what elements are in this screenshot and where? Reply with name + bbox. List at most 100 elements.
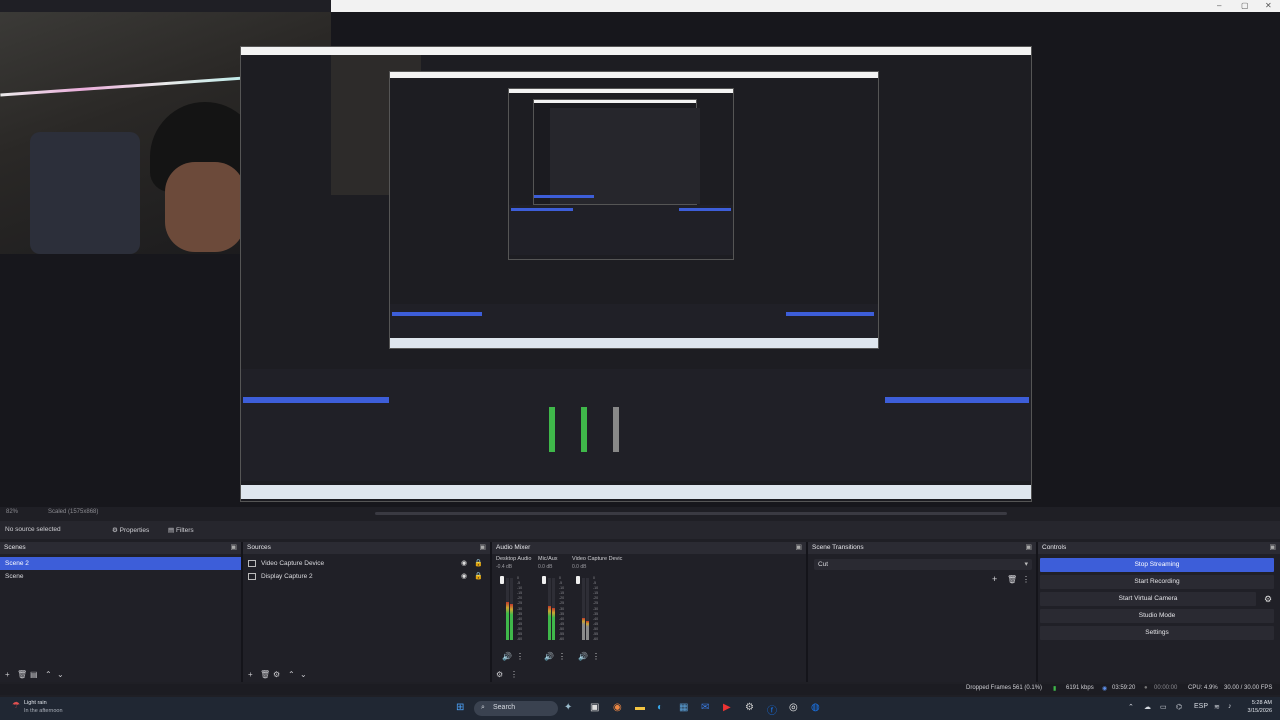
move-down-icon[interactable]: ⌄ (300, 670, 307, 679)
monitor-icon (248, 572, 256, 580)
menu-dots-icon[interactable]: ⋮ (510, 670, 518, 679)
windows-start-icon[interactable]: ⊞ (456, 702, 464, 713)
messenger-icon[interactable]: ◍ (811, 702, 820, 713)
add-icon[interactable]: + (5, 670, 10, 679)
record-time: 00:00:00 (1154, 685, 1178, 691)
menu-dots-icon[interactable]: ⋮ (558, 652, 566, 661)
mixer-channel: Video Capture Devic 0.0 dB 0 -5 -10 -15 -20 -25… (572, 556, 622, 666)
mixer-toolbar: ⚙ ⋮ (492, 668, 806, 682)
menu-dots-icon[interactable]: ⋮ (1022, 575, 1030, 584)
gear-icon[interactable]: ⚙ (273, 670, 280, 679)
system-clock[interactable]: 5:28 AM 3/15/2026 (1248, 699, 1272, 715)
db-scale: 0 -5 -10 -15 -20 -25 -30 -35 -40 -45 -50 -55 -60 (559, 576, 569, 642)
dock-undock-icon[interactable]: ▣ (230, 542, 237, 554)
store-icon[interactable]: ▦ (679, 702, 688, 713)
edge-icon[interactable]: ◐ (657, 702, 663, 713)
channel-name: Video Capture Devic (572, 556, 623, 562)
speaker-icon[interactable]: 🔊 (578, 652, 588, 661)
add-icon[interactable]: + (992, 574, 997, 584)
transition-select[interactable]: Cut ▾ (814, 559, 1032, 570)
file-explorer-icon[interactable]: ▬ (635, 702, 645, 713)
level-meter (552, 578, 555, 640)
task-view-icon[interactable]: ▣ (590, 702, 599, 713)
speaker-icon[interactable]: 🔊 (502, 652, 512, 661)
copilot-icon[interactable]: ✦ (564, 702, 572, 713)
move-up-icon[interactable]: ⌃ (45, 670, 52, 679)
trash-icon[interactable]: 🗑 (260, 670, 270, 679)
scenes-dock: Scenes ▣ Scene 2 Scene + 🗑 ▤ ⌃ ⌄ (0, 542, 243, 682)
preview-canvas[interactable] (0, 12, 1280, 507)
maximize-icon[interactable]: ▢ (1241, 1, 1249, 10)
visibility-eye-icon[interactable]: ◉ (461, 570, 467, 583)
add-icon[interactable]: + (248, 670, 253, 679)
start-recording-button[interactable]: Start Recording (1040, 575, 1274, 589)
source-item[interactable]: Video Capture Device ◉ 🔒 (243, 557, 490, 570)
speaker-icon[interactable]: 🔊 (544, 652, 554, 661)
lock-icon[interactable]: 🔒 (474, 557, 483, 570)
level-meter (506, 578, 509, 640)
youtube-icon[interactable]: ▶ (723, 702, 731, 713)
close-icon[interactable]: ✕ (1265, 1, 1272, 10)
chevron-up-icon[interactable]: ⌃ (1128, 703, 1134, 711)
trash-icon[interactable]: 🗑 (1007, 575, 1017, 584)
level-meter (510, 578, 513, 640)
scene-item[interactable]: Scene (0, 570, 241, 583)
db-scale: 0 -5 -10 -15 -20 -25 -30 -35 -40 -45 -50 -55 -60 (593, 576, 603, 642)
source-item[interactable]: Display Capture 2 ◉ 🔒 (243, 570, 490, 583)
settings-button[interactable]: Settings (1040, 626, 1274, 640)
network-icon[interactable]: ⌬ (1176, 703, 1182, 711)
minimize-icon[interactable]: – (1217, 1, 1221, 10)
mail-icon[interactable]: ✉ (701, 702, 709, 713)
gear-icon: ⚙ (112, 527, 120, 534)
scene-item[interactable]: Scene 2 (0, 557, 241, 570)
dropped-frames: Dropped Frames 561 (0.1%) (966, 685, 1043, 691)
dock-undock-icon[interactable]: ▣ (479, 542, 486, 554)
scenes-title: Scenes (4, 544, 26, 551)
facebook-icon[interactable]: ⓕ (767, 702, 777, 717)
move-down-icon[interactable]: ⌄ (57, 670, 64, 679)
menu-dots-icon[interactable]: ⋮ (516, 652, 524, 661)
move-up-icon[interactable]: ⌃ (288, 670, 295, 679)
dock-undock-icon[interactable]: ▣ (1025, 542, 1032, 554)
taskbar-search[interactable]: ⌕ Search (474, 701, 558, 716)
weather-icon[interactable]: ☂ (12, 700, 20, 711)
volume-fader-handle[interactable] (576, 576, 580, 584)
studio-mode-button[interactable]: Studio Mode (1040, 609, 1274, 623)
settings-gear-icon[interactable]: ⚙ (745, 702, 754, 713)
zoom-level[interactable]: 82% (6, 509, 18, 515)
volume-fader-handle[interactable] (542, 576, 546, 584)
clock-time: 5:28 AM (1251, 700, 1272, 706)
weather-detail: In the afternoon (24, 708, 63, 714)
visibility-eye-icon[interactable]: ◉ (461, 557, 467, 570)
level-fill (506, 601, 509, 640)
dock-undock-icon[interactable]: ▣ (795, 542, 802, 554)
level-fill (548, 605, 551, 640)
record-icon: ● (1144, 685, 1148, 691)
volume-fader-handle[interactable] (500, 576, 504, 584)
volume-icon[interactable]: ♪ (1228, 703, 1232, 710)
gear-icon[interactable]: ⚙ (496, 670, 503, 679)
trash-icon[interactable]: 🗑 (17, 670, 27, 679)
bitrate: 6191 kbps (1066, 685, 1094, 691)
gear-icon[interactable]: ⚙ (1264, 594, 1272, 605)
stop-streaming-button[interactable]: Stop Streaming (1040, 558, 1274, 572)
menu-dots-icon[interactable]: ⋮ (592, 652, 600, 661)
horizontal-scrollbar[interactable] (375, 512, 1007, 515)
filter-icon[interactable]: ▤ (30, 670, 38, 679)
display-capture-preview (240, 46, 1032, 502)
chrome-icon[interactable]: ◉ (613, 702, 622, 713)
battery-icon[interactable]: ▭ (1160, 703, 1167, 711)
dock-undock-icon[interactable]: ▣ (1269, 542, 1276, 554)
filters-button[interactable]: ▤ Filters (168, 526, 194, 534)
wifi-icon[interactable]: ≋ (1214, 703, 1220, 711)
obs-icon[interactable]: ◎ (789, 702, 798, 713)
lock-icon[interactable]: 🔒 (474, 570, 483, 583)
weather-condition[interactable]: Light rain (24, 700, 47, 706)
scale-mode[interactable]: Scaled (1575x868) (48, 509, 98, 515)
chevron-down-icon: ▾ (1024, 561, 1028, 568)
properties-button[interactable]: ⚙ Properties (112, 526, 149, 534)
language-indicator[interactable]: ESP (1194, 703, 1208, 710)
db-tick-label: -60 (517, 637, 523, 642)
cloud-icon[interactable]: ☁ (1144, 703, 1151, 711)
start-virtual-camera-button[interactable]: Start Virtual Camera (1040, 592, 1256, 606)
